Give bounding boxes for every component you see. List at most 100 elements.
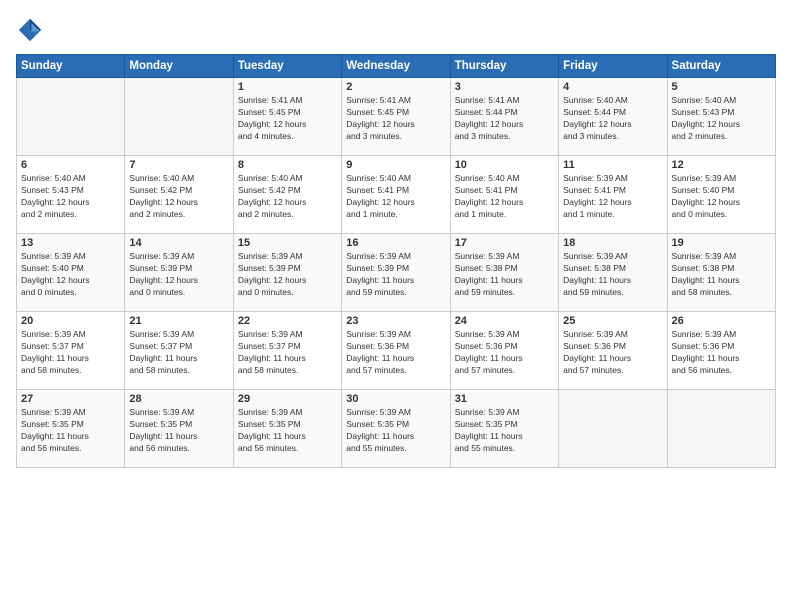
day-info: Sunrise: 5:39 AM Sunset: 5:35 PM Dayligh… <box>455 407 554 455</box>
week-row-1: 1 Sunrise: 5:41 AM Sunset: 5:45 PM Daylig… <box>17 78 776 156</box>
day-info: Sunrise: 5:39 AM Sunset: 5:36 PM Dayligh… <box>563 329 662 377</box>
day-number: 30 <box>346 393 445 405</box>
day-cell: 26 Sunrise: 5:39 AM Sunset: 5:36 PM Dayli… <box>667 312 775 390</box>
day-cell: 20 Sunrise: 5:39 AM Sunset: 5:37 PM Dayli… <box>17 312 125 390</box>
day-cell: 11 Sunrise: 5:39 AM Sunset: 5:41 PM Dayli… <box>559 156 667 234</box>
day-info: Sunrise: 5:39 AM Sunset: 5:35 PM Dayligh… <box>21 407 120 455</box>
day-info: Sunrise: 5:39 AM Sunset: 5:39 PM Dayligh… <box>238 251 337 299</box>
day-cell <box>559 390 667 468</box>
header-cell-thursday: Thursday <box>450 55 558 78</box>
week-row-3: 13Sunrise: 5:39 AM Sunset: 5:40 PM Dayli… <box>17 234 776 312</box>
day-number: 29 <box>238 393 337 405</box>
day-cell: 6Sunrise: 5:40 AM Sunset: 5:43 PM Daylig… <box>17 156 125 234</box>
day-info: Sunrise: 5:40 AM Sunset: 5:42 PM Dayligh… <box>238 173 337 221</box>
day-info: Sunrise: 5:39 AM Sunset: 5:39 PM Dayligh… <box>129 251 228 299</box>
day-number: 9 <box>346 159 445 171</box>
day-info: Sunrise: 5:41 AM Sunset: 5:45 PM Dayligh… <box>238 95 337 143</box>
day-info: Sunrise: 5:40 AM Sunset: 5:41 PM Dayligh… <box>346 173 445 221</box>
day-info: Sunrise: 5:39 AM Sunset: 5:37 PM Dayligh… <box>129 329 228 377</box>
day-number: 15 <box>238 237 337 249</box>
day-number: 18 <box>563 237 662 249</box>
day-cell: 30Sunrise: 5:39 AM Sunset: 5:35 PM Dayli… <box>342 390 450 468</box>
day-cell: 7 Sunrise: 5:40 AM Sunset: 5:42 PM Daylig… <box>125 156 233 234</box>
day-cell: 18Sunrise: 5:39 AM Sunset: 5:38 PM Dayli… <box>559 234 667 312</box>
day-number: 7 <box>129 159 228 171</box>
day-cell: 5 Sunrise: 5:40 AM Sunset: 5:43 PM Daylig… <box>667 78 775 156</box>
day-info: Sunrise: 5:39 AM Sunset: 5:41 PM Dayligh… <box>563 173 662 221</box>
header-cell-friday: Friday <box>559 55 667 78</box>
day-cell: 10 Sunrise: 5:40 AM Sunset: 5:41 PM Dayli… <box>450 156 558 234</box>
day-info: Sunrise: 5:39 AM Sunset: 5:37 PM Dayligh… <box>238 329 337 377</box>
header-cell-monday: Monday <box>125 55 233 78</box>
day-cell: 24 Sunrise: 5:39 AM Sunset: 5:36 PM Dayli… <box>450 312 558 390</box>
day-cell: 16Sunrise: 5:39 AM Sunset: 5:39 PM Dayli… <box>342 234 450 312</box>
day-number: 10 <box>455 159 554 171</box>
day-info: Sunrise: 5:39 AM Sunset: 5:40 PM Dayligh… <box>672 173 771 221</box>
day-cell: 29 Sunrise: 5:39 AM Sunset: 5:35 PM Dayli… <box>233 390 341 468</box>
day-number: 27 <box>21 393 120 405</box>
day-cell: 22 Sunrise: 5:39 AM Sunset: 5:37 PM Dayli… <box>233 312 341 390</box>
day-info: Sunrise: 5:40 AM Sunset: 5:42 PM Dayligh… <box>129 173 228 221</box>
day-number: 25 <box>563 315 662 327</box>
day-number: 3 <box>455 81 554 93</box>
day-number: 13 <box>21 237 120 249</box>
day-number: 31 <box>455 393 554 405</box>
header-cell-wednesday: Wednesday <box>342 55 450 78</box>
day-cell: 17Sunrise: 5:39 AM Sunset: 5:38 PM Dayli… <box>450 234 558 312</box>
day-number: 1 <box>238 81 337 93</box>
day-number: 26 <box>672 315 771 327</box>
day-number: 5 <box>672 81 771 93</box>
day-number: 22 <box>238 315 337 327</box>
header-cell-saturday: Saturday <box>667 55 775 78</box>
calendar-header: SundayMondayTuesdayWednesdayThursdayFrid… <box>17 55 776 78</box>
day-number: 19 <box>672 237 771 249</box>
header <box>16 16 776 44</box>
day-number: 23 <box>346 315 445 327</box>
day-number: 20 <box>21 315 120 327</box>
logo <box>16 16 48 44</box>
day-cell: 14 Sunrise: 5:39 AM Sunset: 5:39 PM Dayli… <box>125 234 233 312</box>
day-info: Sunrise: 5:39 AM Sunset: 5:36 PM Dayligh… <box>455 329 554 377</box>
day-number: 28 <box>129 393 228 405</box>
week-row-5: 27 Sunrise: 5:39 AM Sunset: 5:35 PM Dayli… <box>17 390 776 468</box>
day-cell: 12Sunrise: 5:39 AM Sunset: 5:40 PM Dayli… <box>667 156 775 234</box>
header-cell-tuesday: Tuesday <box>233 55 341 78</box>
day-cell: 21 Sunrise: 5:39 AM Sunset: 5:37 PM Dayli… <box>125 312 233 390</box>
day-info: Sunrise: 5:41 AM Sunset: 5:45 PM Dayligh… <box>346 95 445 143</box>
day-info: Sunrise: 5:40 AM Sunset: 5:43 PM Dayligh… <box>672 95 771 143</box>
day-number: 14 <box>129 237 228 249</box>
calendar-body: 1 Sunrise: 5:41 AM Sunset: 5:45 PM Daylig… <box>17 78 776 468</box>
day-cell: 28 Sunrise: 5:39 AM Sunset: 5:35 PM Dayli… <box>125 390 233 468</box>
day-info: Sunrise: 5:39 AM Sunset: 5:37 PM Dayligh… <box>21 329 120 377</box>
day-cell <box>667 390 775 468</box>
day-number: 24 <box>455 315 554 327</box>
day-info: Sunrise: 5:39 AM Sunset: 5:38 PM Dayligh… <box>672 251 771 299</box>
main-container: SundayMondayTuesdayWednesdayThursdayFrid… <box>0 0 792 476</box>
day-cell: 3 Sunrise: 5:41 AM Sunset: 5:44 PM Daylig… <box>450 78 558 156</box>
day-number: 2 <box>346 81 445 93</box>
day-info: Sunrise: 5:40 AM Sunset: 5:44 PM Dayligh… <box>563 95 662 143</box>
day-cell <box>17 78 125 156</box>
day-number: 21 <box>129 315 228 327</box>
day-number: 8 <box>238 159 337 171</box>
day-cell: 25 Sunrise: 5:39 AM Sunset: 5:36 PM Dayli… <box>559 312 667 390</box>
day-number: 11 <box>563 159 662 171</box>
day-cell: 19 Sunrise: 5:39 AM Sunset: 5:38 PM Dayli… <box>667 234 775 312</box>
day-info: Sunrise: 5:41 AM Sunset: 5:44 PM Dayligh… <box>455 95 554 143</box>
day-info: Sunrise: 5:40 AM Sunset: 5:41 PM Dayligh… <box>455 173 554 221</box>
day-info: Sunrise: 5:39 AM Sunset: 5:35 PM Dayligh… <box>129 407 228 455</box>
header-row: SundayMondayTuesdayWednesdayThursdayFrid… <box>17 55 776 78</box>
day-info: Sunrise: 5:39 AM Sunset: 5:35 PM Dayligh… <box>238 407 337 455</box>
day-number: 17 <box>455 237 554 249</box>
day-cell: 27 Sunrise: 5:39 AM Sunset: 5:35 PM Dayli… <box>17 390 125 468</box>
day-info: Sunrise: 5:39 AM Sunset: 5:36 PM Dayligh… <box>346 329 445 377</box>
week-row-2: 6Sunrise: 5:40 AM Sunset: 5:43 PM Daylig… <box>17 156 776 234</box>
day-cell: 15 Sunrise: 5:39 AM Sunset: 5:39 PM Dayli… <box>233 234 341 312</box>
calendar-table: SundayMondayTuesdayWednesdayThursdayFrid… <box>16 54 776 468</box>
day-cell: 23 Sunrise: 5:39 AM Sunset: 5:36 PM Dayli… <box>342 312 450 390</box>
day-number: 4 <box>563 81 662 93</box>
day-number: 6 <box>21 159 120 171</box>
day-cell: 31 Sunrise: 5:39 AM Sunset: 5:35 PM Dayli… <box>450 390 558 468</box>
day-info: Sunrise: 5:39 AM Sunset: 5:36 PM Dayligh… <box>672 329 771 377</box>
day-number: 16 <box>346 237 445 249</box>
